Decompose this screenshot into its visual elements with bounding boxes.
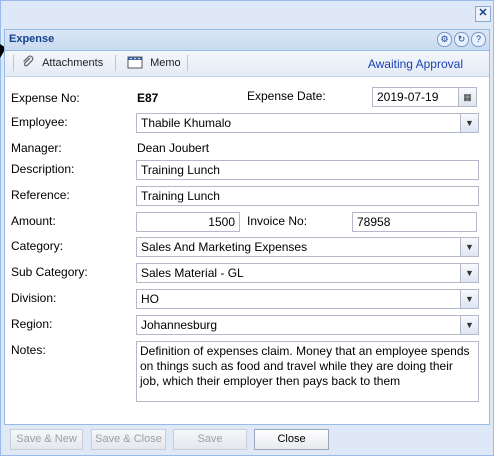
calendar-icon[interactable]: ▦	[458, 88, 476, 106]
panel-toolbar: Attachments Memo Awaiting Approval	[5, 51, 489, 77]
chevron-down-icon[interactable]: ▼	[460, 264, 478, 282]
expense-date-label: Expense Date:	[247, 89, 326, 103]
toolbar-separator	[187, 55, 188, 71]
category-select[interactable]: Sales And Marketing Expenses ▼	[136, 237, 479, 257]
save-and-close-button[interactable]: Save & Close	[91, 429, 166, 450]
employee-select[interactable]: Thabile Khumalo ▼	[136, 113, 479, 133]
panel-title: Expense	[9, 33, 55, 45]
employee-value: Thabile Khumalo	[141, 116, 232, 130]
chevron-down-icon[interactable]: ▼	[460, 114, 478, 132]
refresh-icon[interactable]: ↻	[454, 32, 469, 47]
description-input[interactable]: Training Lunch	[136, 160, 479, 180]
attachments-button[interactable]: Attachments	[21, 55, 103, 71]
expense-date-field[interactable]: 2019-07-19 ▦	[372, 87, 477, 107]
sub-category-value: Sales Material - GL	[141, 266, 244, 280]
notes-label: Notes:	[11, 343, 46, 357]
employee-label: Employee:	[11, 115, 68, 129]
window-close-icon[interactable]: ✕	[475, 6, 491, 22]
reference-value: Training Lunch	[141, 189, 220, 203]
manager-label: Manager:	[11, 141, 62, 155]
division-select[interactable]: HO ▼	[136, 289, 479, 309]
close-button[interactable]: Close	[254, 429, 329, 450]
category-label: Category:	[11, 239, 64, 253]
save-button[interactable]: Save	[173, 429, 247, 450]
chevron-down-icon[interactable]: ▼	[460, 238, 478, 256]
window-topbar: ✕	[1, 1, 493, 25]
toolbar-separator	[115, 55, 116, 71]
invoice-no-value: 78958	[357, 215, 391, 229]
status-label: Awaiting Approval	[367, 57, 463, 71]
paperclip-icon	[23, 55, 34, 67]
memo-icon	[127, 56, 143, 69]
sub-category-select[interactable]: Sales Material - GL ▼	[136, 263, 479, 283]
toolbar-separator	[13, 55, 14, 71]
manager-value: Dean Joubert	[137, 141, 210, 155]
region-label: Region:	[11, 317, 53, 331]
save-and-new-button[interactable]: Save & New	[10, 429, 83, 450]
region-value: Johannesburg	[141, 318, 218, 332]
amount-label: Amount:	[11, 214, 56, 228]
memo-button[interactable]: Memo	[127, 55, 181, 71]
notes-textarea[interactable]: Definition of expenses claim. Money that…	[136, 341, 479, 402]
memo-label: Memo	[150, 57, 181, 69]
panel-header: Expense ⚙ ↻ ?	[5, 30, 489, 51]
notes-value: Definition of expenses claim. Money that…	[140, 344, 470, 388]
gear-icon[interactable]: ⚙	[437, 32, 452, 47]
help-icon[interactable]: ?	[471, 32, 486, 47]
invoice-no-input[interactable]: 78958	[352, 212, 477, 232]
expense-no-label: Expense No:	[11, 91, 80, 105]
description-label: Description:	[11, 162, 75, 176]
amount-input[interactable]: 1500	[136, 212, 240, 232]
reference-label: Reference:	[11, 188, 70, 202]
amount-value: 1500	[208, 215, 235, 229]
description-value: Training Lunch	[141, 163, 220, 177]
expense-date-value: 2019-07-19	[377, 90, 439, 104]
division-value: HO	[141, 292, 159, 306]
division-label: Division:	[11, 291, 57, 305]
category-value: Sales And Marketing Expenses	[141, 240, 308, 254]
chevron-down-icon[interactable]: ▼	[460, 290, 478, 308]
sub-category-label: Sub Category:	[11, 265, 88, 279]
invoice-no-label: Invoice No:	[247, 214, 308, 228]
attachments-label: Attachments	[42, 57, 104, 69]
region-select[interactable]: Johannesburg ▼	[136, 315, 479, 335]
reference-input[interactable]: Training Lunch	[136, 186, 479, 206]
expense-no-value: E87	[137, 91, 159, 105]
chevron-down-icon[interactable]: ▼	[460, 316, 478, 334]
